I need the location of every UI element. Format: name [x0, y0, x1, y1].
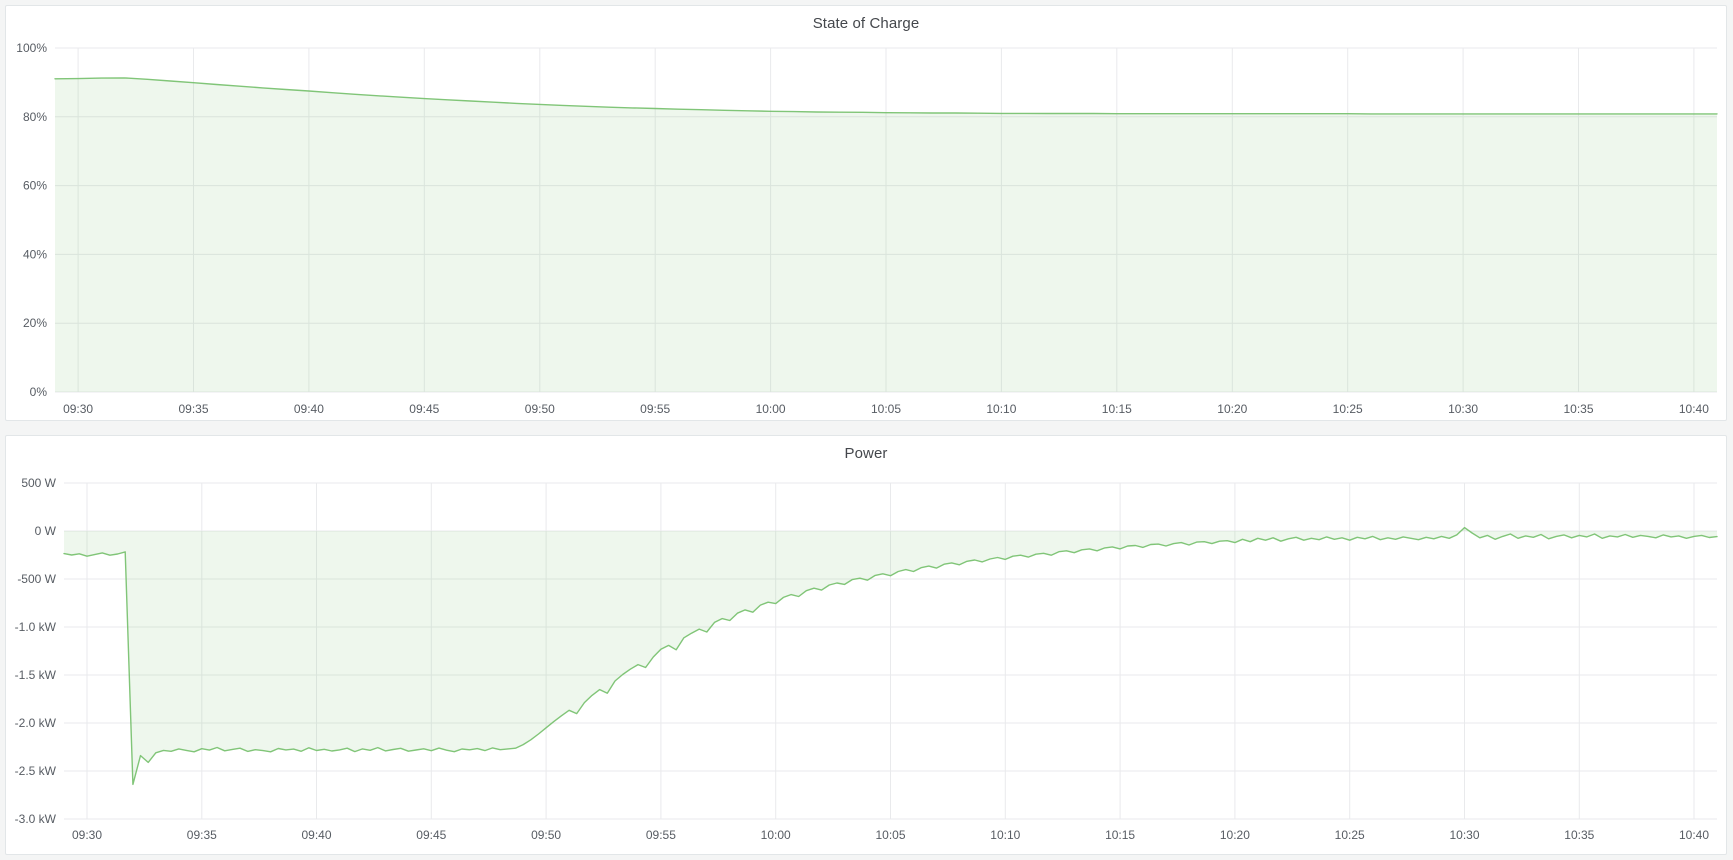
series-area [55, 78, 1717, 392]
x-tick-label: 09:30 [63, 402, 93, 416]
x-tick-label: 09:40 [294, 402, 324, 416]
x-tick-label: 10:25 [1333, 402, 1363, 416]
x-tick-label: 09:55 [646, 828, 676, 842]
y-tick-label: -500 W [17, 572, 56, 586]
x-axis-labels: 09:30 09:35 09:40 09:45 09:50 09:55 10:00 10:05… [63, 402, 1709, 416]
y-axis-labels: 500 W 0 W -500 W -1.0 kW -1.5 kW -2.0 kW -2.5 … [15, 476, 57, 826]
x-axis-labels: 09:30 09:35 09:40 09:45 09:50 09:55 10:00 10:05… [72, 828, 1709, 842]
y-tick-label: 0% [30, 385, 48, 399]
x-tick-label: 10:40 [1679, 402, 1709, 416]
panel-power: Power 500 W0 W-500 W-1.0 kW-1.5 kW-2.0 k… [5, 435, 1727, 855]
x-tick-label: 09:50 [525, 402, 555, 416]
y-tick-label: -2.0 kW [15, 716, 57, 730]
x-tick-label: 10:35 [1563, 402, 1593, 416]
y-tick-label: -2.5 kW [15, 764, 57, 778]
x-tick-label: 10:05 [871, 402, 901, 416]
y-tick-label: 0 W [35, 524, 57, 538]
x-tick-label: 09:45 [416, 828, 446, 842]
x-tick-label: 10:15 [1102, 402, 1132, 416]
x-tick-label: 10:05 [875, 828, 905, 842]
y-tick-label: -3.0 kW [15, 812, 57, 826]
x-tick-label: 10:10 [990, 828, 1020, 842]
y-tick-label: 100% [16, 41, 47, 55]
y-tick-label: 20% [23, 316, 47, 330]
x-tick-label: 10:30 [1448, 402, 1478, 416]
x-tick-label: 09:30 [72, 828, 102, 842]
y-tick-label: 500 W [21, 476, 56, 490]
x-tick-label: 10:30 [1449, 828, 1479, 842]
y-tick-label: -1.5 kW [15, 668, 57, 682]
y-tick-label: 80% [23, 110, 47, 124]
x-tick-label: 10:35 [1564, 828, 1594, 842]
x-tick-label: 10:40 [1679, 828, 1709, 842]
x-tick-label: 10:15 [1105, 828, 1135, 842]
y-tick-label: 60% [23, 179, 47, 193]
x-tick-label: 10:00 [756, 402, 786, 416]
power-chart-canvas[interactable]: 500 W 0 W -500 W -1.0 kW -1.5 kW -2.0 kW -2.5 … [6, 436, 1726, 854]
x-tick-label: 09:55 [640, 402, 670, 416]
x-tick-label: 09:35 [178, 402, 208, 416]
x-tick-label: 09:45 [409, 402, 439, 416]
x-tick-label: 09:35 [187, 828, 217, 842]
panel-state-of-charge: State of Charge 100%80%60%40%20%0%09:300… [5, 5, 1727, 421]
x-tick-label: 10:00 [761, 828, 791, 842]
x-tick-label: 09:40 [301, 828, 331, 842]
x-tick-label: 10:25 [1335, 828, 1365, 842]
x-tick-label: 10:20 [1217, 402, 1247, 416]
x-tick-label: 09:50 [531, 828, 561, 842]
y-tick-label: -1.0 kW [15, 620, 57, 634]
x-tick-label: 10:20 [1220, 828, 1250, 842]
x-tick-label: 10:10 [986, 402, 1016, 416]
y-axis-labels: 100% 80% 60% 40% 20% 0% [16, 41, 47, 399]
y-tick-label: 40% [23, 247, 47, 261]
soc-chart-canvas[interactable]: 100%80%60%40%20%0%09:3009:3509:4009:4509… [6, 6, 1726, 420]
